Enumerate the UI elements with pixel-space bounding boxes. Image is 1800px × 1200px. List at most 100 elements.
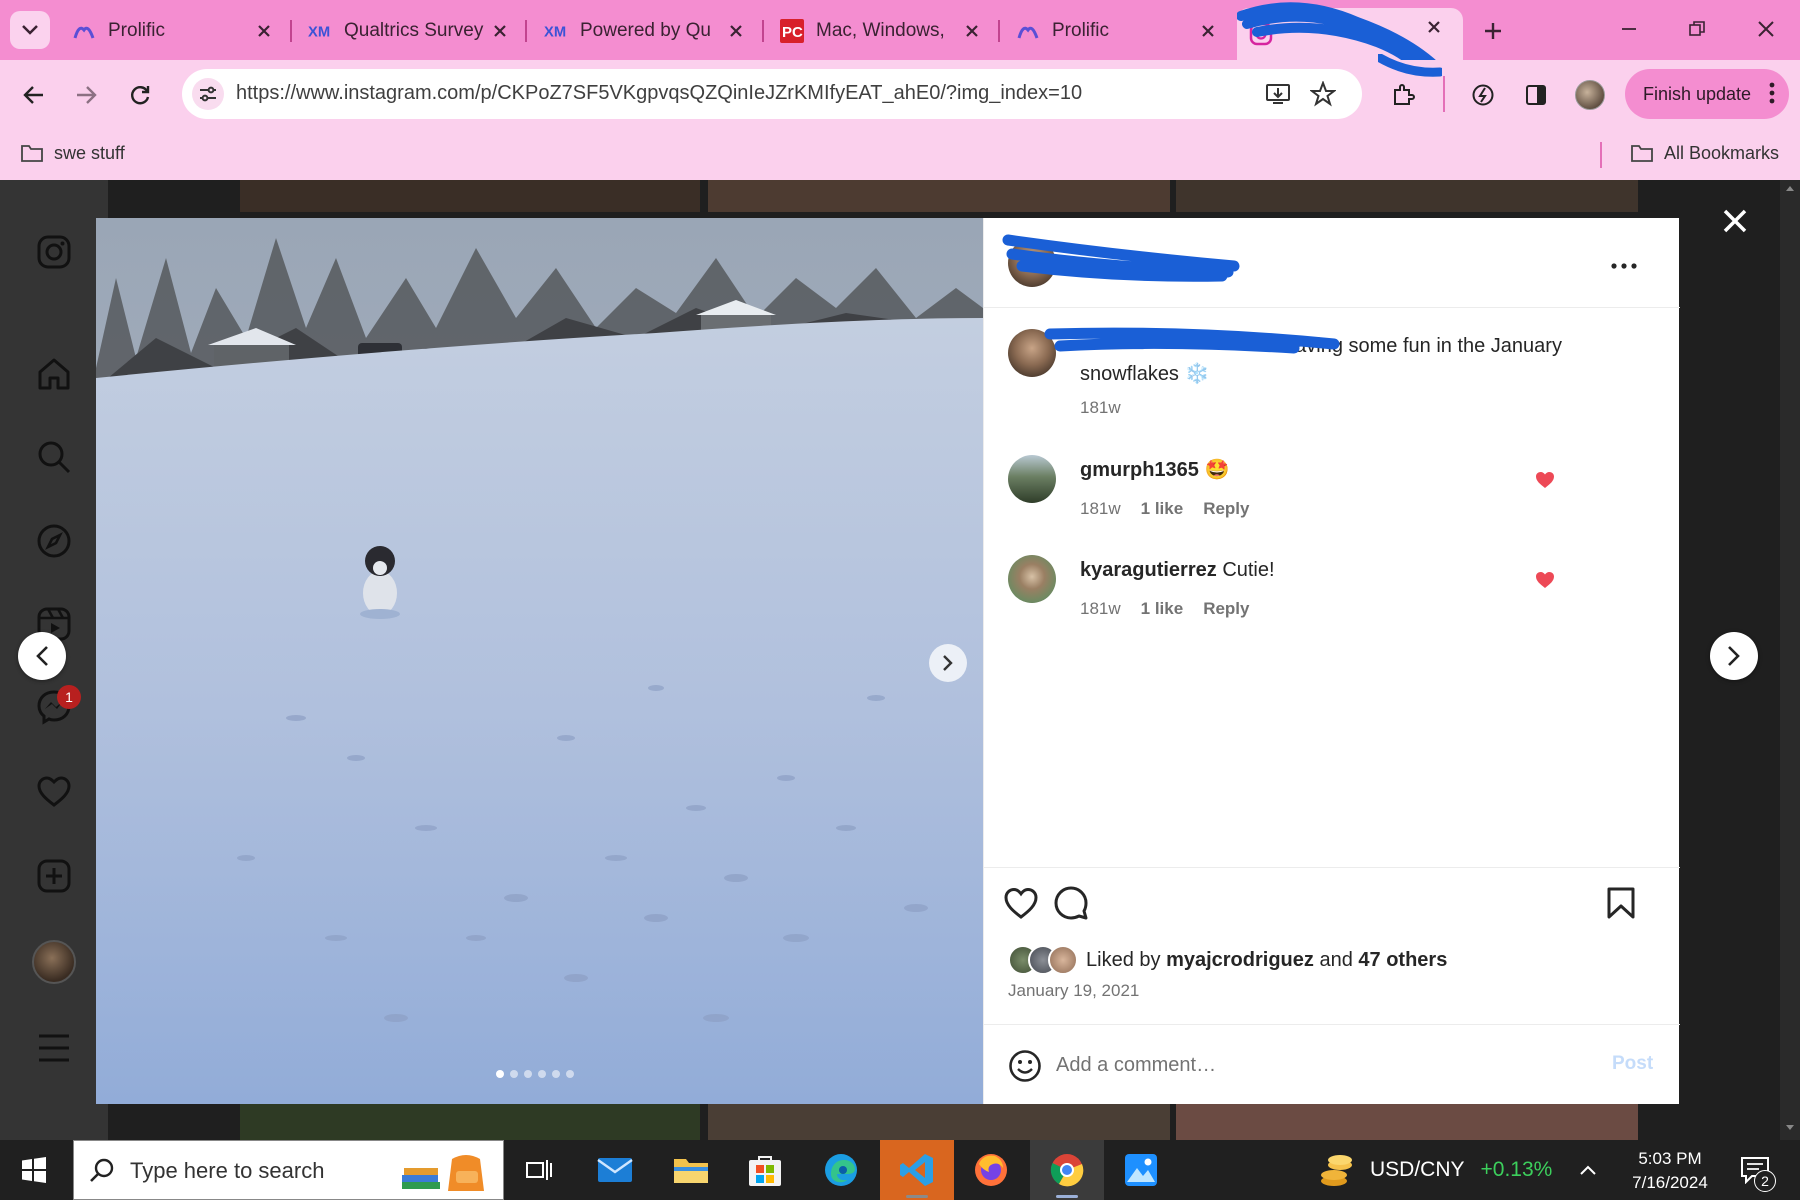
install-app-icon[interactable] — [1265, 82, 1291, 106]
redaction-scribble — [1044, 327, 1340, 354]
tab-prolific-1[interactable]: Prolific — [60, 8, 285, 54]
page-scrollbar[interactable] — [1780, 180, 1800, 1140]
close-post-button[interactable] — [1715, 201, 1755, 241]
previous-post-button[interactable] — [18, 632, 66, 680]
back-button[interactable] — [14, 75, 54, 115]
comment-input[interactable] — [1056, 1049, 1576, 1081]
post-actions: Liked by myajcrodriguez and 47 others Ja… — [984, 867, 1680, 1104]
tab-powered-by-qualtrics[interactable]: XM Powered by Qu — [532, 8, 757, 54]
forward-button[interactable] — [66, 75, 106, 115]
comment-bubble-icon — [1054, 886, 1088, 920]
tab-qualtrics-survey[interactable]: XM Qualtrics Survey — [296, 8, 521, 54]
scroll-down-icon[interactable] — [1785, 1124, 1795, 1132]
liked-by-others[interactable]: 47 others — [1358, 949, 1447, 971]
close-tab-icon[interactable] — [1197, 20, 1219, 42]
system-clock[interactable]: 5:03 PM 7/16/2024 — [1610, 1147, 1730, 1195]
bookmark-folder-swe-stuff[interactable]: swe stuff — [20, 138, 125, 168]
next-post-button[interactable] — [1710, 632, 1758, 680]
save-button[interactable] — [1600, 882, 1642, 924]
reload-button[interactable] — [120, 75, 160, 115]
post-date[interactable]: January 19, 2021 — [1008, 981, 1139, 1001]
bookmark-star-icon[interactable] — [1310, 81, 1336, 107]
scroll-up-icon[interactable] — [1785, 184, 1795, 192]
instagram-logo-icon[interactable] — [30, 228, 78, 276]
like-button[interactable] — [1000, 882, 1042, 924]
svg-text:XM: XM — [308, 25, 330, 40]
create-icon[interactable] — [30, 852, 78, 900]
vscode-icon[interactable] — [880, 1140, 954, 1200]
stock-ticker-widget[interactable]: USD/CNY +0.13% — [1318, 1150, 1552, 1190]
mail-icon[interactable] — [578, 1140, 652, 1200]
comment-liked-heart-icon[interactable] — [1534, 469, 1556, 491]
address-bar[interactable]: https://www.instagram.com/p/CKPoZ7SF5VKg… — [182, 69, 1362, 119]
reply-button[interactable]: Reply — [1203, 499, 1249, 519]
explore-icon[interactable] — [30, 517, 78, 565]
liked-by-user[interactable]: myajcrodriguez — [1166, 949, 1314, 971]
comment-liked-heart-icon[interactable] — [1534, 569, 1556, 591]
comment-likes[interactable]: 1 like — [1141, 599, 1184, 619]
close-tab-icon[interactable] — [1427, 20, 1441, 34]
profile-button[interactable] — [1570, 75, 1610, 115]
minimize-button[interactable] — [1614, 14, 1644, 44]
liked-by-summary[interactable]: Liked by myajcrodriguez and 47 others — [1008, 944, 1447, 976]
bookmark-icon — [1607, 887, 1635, 919]
reply-button[interactable]: Reply — [1203, 599, 1249, 619]
more-options-button[interactable] — [1606, 256, 1642, 276]
window-close-button[interactable] — [1751, 14, 1781, 44]
chevron-down-icon — [22, 25, 38, 35]
photos-icon[interactable] — [1104, 1140, 1178, 1200]
restore-button[interactable] — [1682, 14, 1712, 44]
close-tab-icon[interactable] — [253, 20, 275, 42]
profile-avatar[interactable] — [32, 940, 76, 984]
finish-update-button[interactable]: Finish update — [1625, 69, 1789, 119]
comment-username[interactable]: kyaragutierrez — [1080, 559, 1217, 581]
performance-button[interactable] — [1463, 75, 1503, 115]
home-icon[interactable] — [30, 350, 78, 398]
tab-divider — [762, 20, 764, 42]
carousel-dot — [538, 1070, 546, 1078]
new-tab-button[interactable] — [1478, 16, 1508, 46]
menu-icon[interactable] — [30, 1024, 78, 1072]
comment-username[interactable]: gmurph1365 — [1080, 459, 1199, 481]
edge-icon[interactable] — [804, 1140, 878, 1200]
site-info-icon[interactable] — [192, 78, 224, 110]
taskbar-search-input[interactable] — [130, 1155, 390, 1187]
post-comment-button[interactable]: Post — [1612, 1053, 1653, 1075]
tab-prolific-2[interactable]: Prolific — [1004, 8, 1229, 54]
tab-instagram-active[interactable] — [1237, 2, 1463, 77]
taskbar-search[interactable] — [73, 1140, 504, 1200]
commenter-avatar[interactable] — [1008, 555, 1056, 603]
chrome-icon[interactable] — [1030, 1140, 1104, 1200]
chevron-right-icon — [1728, 646, 1740, 666]
firefox-icon[interactable] — [954, 1140, 1028, 1200]
close-tab-icon[interactable] — [725, 20, 747, 42]
background-post-tile — [708, 180, 1170, 212]
comment-button[interactable] — [1050, 882, 1092, 924]
carousel-next-button[interactable] — [929, 644, 967, 682]
all-bookmarks-button[interactable]: All Bookmarks — [1630, 138, 1779, 168]
close-tab-icon[interactable] — [961, 20, 983, 42]
search-icon[interactable] — [30, 433, 78, 481]
side-panel-button[interactable] — [1516, 75, 1556, 115]
comment-likes[interactable]: 1 like — [1141, 499, 1184, 519]
notifications-heart-icon[interactable] — [30, 768, 78, 816]
carousel-dot — [496, 1070, 504, 1078]
tab-title: Powered by Qu — [580, 20, 711, 41]
liked-by-and: and — [1319, 948, 1353, 971]
redaction-scribble — [1378, 54, 1442, 77]
start-button[interactable] — [12, 1152, 56, 1188]
close-tab-icon[interactable] — [489, 20, 511, 42]
arrow-left-icon — [23, 86, 43, 104]
prolific-icon — [1016, 19, 1040, 43]
clock-time: 5:03 PM — [1638, 1149, 1702, 1168]
commenter-avatar[interactable] — [1008, 455, 1056, 503]
microsoft-store-icon[interactable] — [728, 1140, 802, 1200]
emoji-picker-icon[interactable] — [1008, 1049, 1042, 1083]
tab-pcmag[interactable]: PC Mac, Windows, — [768, 8, 993, 54]
file-explorer-icon[interactable] — [654, 1140, 728, 1200]
tab-search-button[interactable] — [10, 11, 50, 49]
bookmark-label: swe stuff — [54, 142, 125, 163]
svg-text:XM: XM — [544, 25, 566, 40]
task-view-icon[interactable] — [502, 1140, 576, 1200]
show-hidden-icons-button[interactable] — [1574, 1156, 1602, 1184]
